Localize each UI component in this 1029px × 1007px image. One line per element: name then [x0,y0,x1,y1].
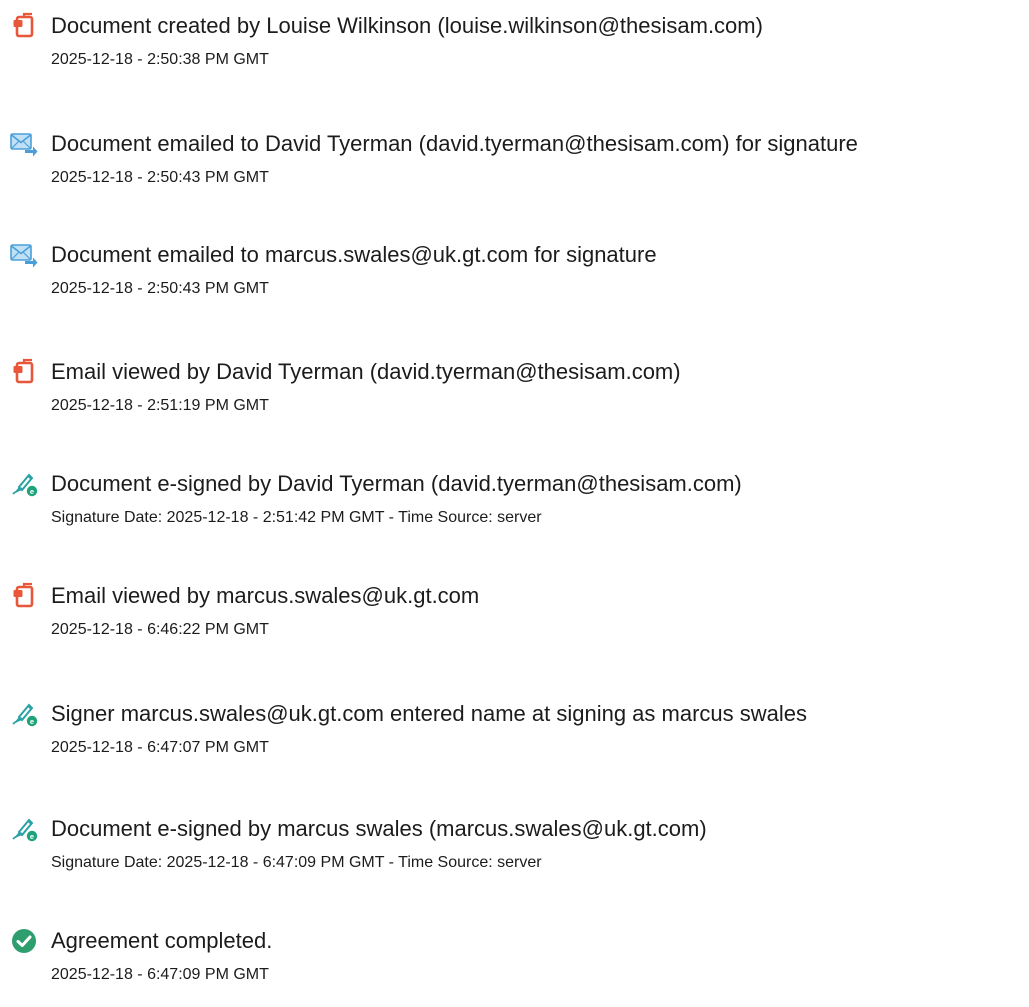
event-timestamp: Signature Date: 2025-12-18 - 2:51:42 PM … [51,509,542,526]
audit-event-emailed: Document emailed to David Tyerman (david… [0,130,1029,210]
svg-text:e: e [30,832,34,841]
event-timestamp: 2025-12-18 - 2:50:43 PM GMT [51,169,269,186]
event-title: Email viewed by marcus.swales@uk.gt.com [51,583,480,608]
audit-event-document-created: Document created by Louise Wilkinson (lo… [0,12,1029,92]
event-timestamp: 2025-12-18 - 2:50:38 PM GMT [51,51,269,68]
e-sign-pen-icon: e [10,815,38,843]
audit-event-name-entered: e Signer marcus.swales@uk.gt.com entered… [0,700,1029,780]
event-title: Document emailed to David Tyerman (david… [51,131,858,156]
email-sent-icon [10,241,38,269]
svg-text:e: e [30,717,34,726]
email-sent-icon [10,130,38,158]
e-sign-pen-icon: e [10,700,38,728]
audit-event-email-viewed: Email viewed by marcus.swales@uk.gt.com … [0,582,1029,662]
audit-event-emailed: Document emailed to marcus.swales@uk.gt.… [0,241,1029,321]
event-timestamp: 2025-12-18 - 2:51:19 PM GMT [51,397,269,414]
event-title: Signer marcus.swales@uk.gt.com entered n… [51,701,807,726]
svg-text:e: e [30,487,34,496]
audit-event-e-signed: e Document e-signed by marcus swales (ma… [0,815,1029,895]
event-timestamp: 2025-12-18 - 6:47:09 PM GMT [51,966,269,983]
event-timestamp: 2025-12-18 - 6:46:22 PM GMT [51,621,269,638]
document-icon [10,12,38,40]
event-timestamp: Signature Date: 2025-12-18 - 6:47:09 PM … [51,854,542,871]
audit-event-agreement-completed: Agreement completed. 2025-12-18 - 6:47:0… [0,927,1029,1007]
document-icon [10,358,38,386]
audit-event-email-viewed: Email viewed by David Tyerman (david.tye… [0,358,1029,438]
event-title: Document e-signed by David Tyerman (davi… [51,471,742,496]
check-circle-icon [10,927,38,955]
event-title: Document emailed to marcus.swales@uk.gt.… [51,242,657,267]
e-sign-pen-icon: e [10,470,38,498]
document-icon [10,582,38,610]
event-timestamp: 2025-12-18 - 2:50:43 PM GMT [51,280,269,297]
event-title: Document e-signed by marcus swales (marc… [51,816,707,841]
audit-event-e-signed: e Document e-signed by David Tyerman (da… [0,470,1029,550]
event-title: Document created by Louise Wilkinson (lo… [51,13,763,38]
event-timestamp: 2025-12-18 - 6:47:07 PM GMT [51,739,269,756]
event-title: Email viewed by David Tyerman (david.tye… [51,359,681,384]
event-title: Agreement completed. [51,928,273,953]
